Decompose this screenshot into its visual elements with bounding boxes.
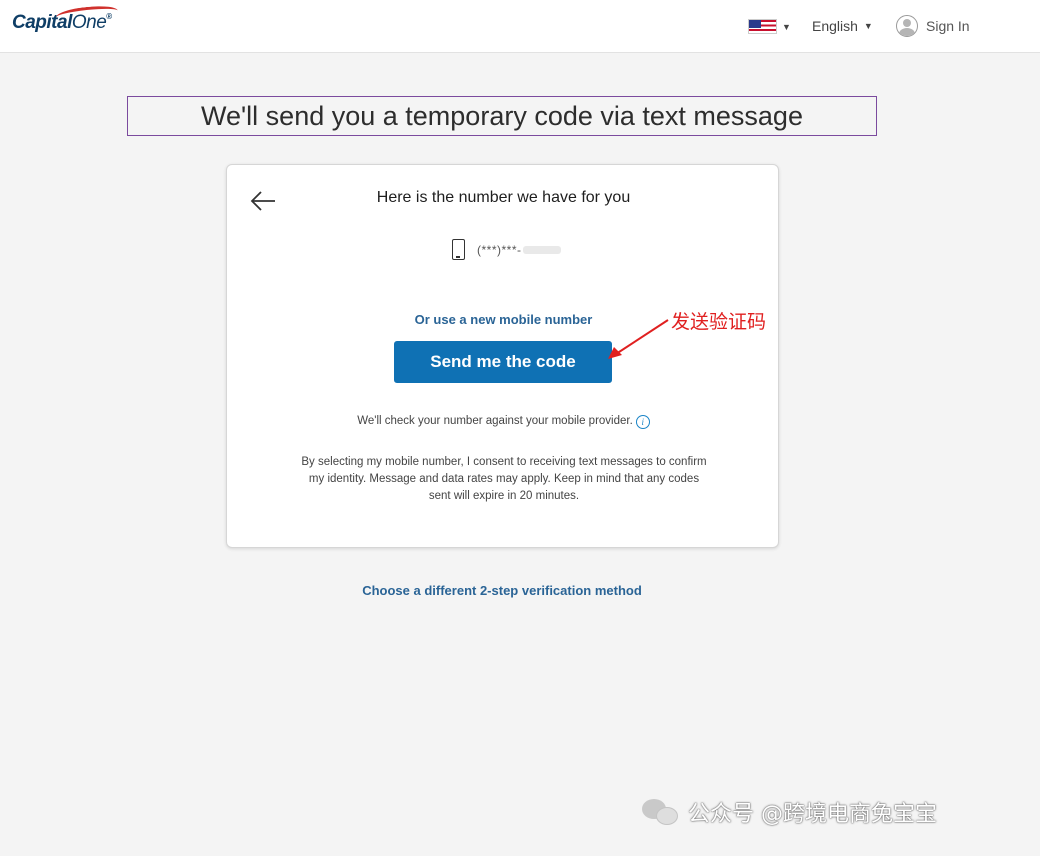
top-header: CapitalOne® ▼ English ▼ Sign In <box>0 0 1040 53</box>
annotation-arrow-icon <box>608 319 669 359</box>
send-code-button[interactable]: Send me the code <box>394 341 612 383</box>
sign-in-link[interactable]: Sign In <box>896 15 970 37</box>
different-method-link[interactable]: Choose a different 2-step verification m… <box>0 583 1004 598</box>
watermark-text: 公众号 @跨境电商兔宝宝 <box>688 802 937 827</box>
consent-text: By selecting my mobile number, I consent… <box>301 456 707 502</box>
provider-check-text: We'll check your number against your mob… <box>227 415 780 429</box>
card-heading: Here is the number we have for you <box>376 189 631 206</box>
annotation-label: 发送验证码 <box>671 311 767 333</box>
mobile-phone-icon <box>452 239 465 260</box>
country-selector[interactable]: ▼ <box>748 19 791 34</box>
sign-in-label: Sign In <box>926 18 970 34</box>
redacted-digits <box>522 246 561 255</box>
chevron-down-icon: ▼ <box>863 21 873 31</box>
masked-phone-number: (***)***- <box>477 243 561 257</box>
info-icon[interactable]: i <box>635 415 650 429</box>
chevron-down-icon: ▼ <box>782 21 791 32</box>
page-title: We'll send you a temporary code via text… <box>127 96 877 136</box>
phone-number-row: (***)***- <box>452 239 561 260</box>
watermark: 公众号 @跨境电商兔宝宝 <box>642 796 937 828</box>
language-label: English <box>812 18 858 34</box>
verification-card: Here is the number we have for you (***)… <box>226 164 779 548</box>
user-avatar-icon <box>896 15 918 37</box>
us-flag-icon <box>748 19 777 34</box>
language-selector[interactable]: English ▼ <box>812 18 873 34</box>
capital-one-logo[interactable]: CapitalOne® <box>12 3 119 38</box>
wechat-icon <box>642 797 680 827</box>
